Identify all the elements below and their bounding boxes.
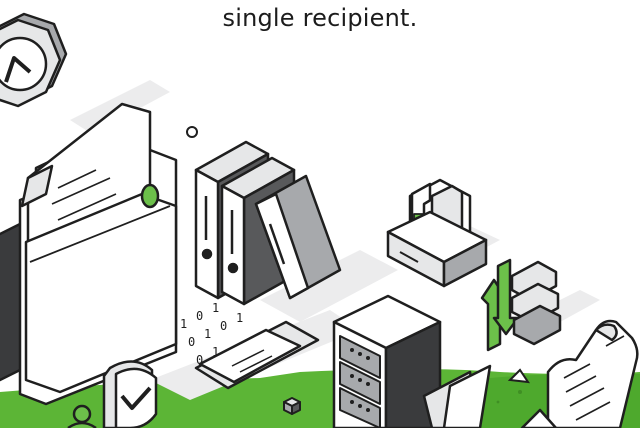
ring-icon: [186, 126, 198, 138]
clock-badge-icon: [0, 12, 68, 108]
file-tray-icon: [386, 178, 488, 288]
binary-digit: 1: [212, 301, 219, 315]
document-stack-icon: [0, 102, 178, 406]
books-stack-icon: [510, 260, 562, 346]
binary-digit: 0: [188, 335, 195, 349]
small-cube: [283, 397, 301, 415]
binders-icon: [194, 140, 342, 306]
illustration-canvas: single recipient. 1 0 1 0 1 0 1 0 1: [0, 0, 640, 428]
shield-check-icon: [102, 360, 158, 428]
binary-digit: 1: [236, 311, 243, 325]
binary-digit: 1: [180, 317, 187, 331]
binary-digit: 1: [204, 327, 211, 341]
isometric-illustration: 1 0 1 0 1 0 1 0 1: [0, 12, 640, 428]
server-rack-icon: [332, 294, 442, 428]
binary-digit: 0: [220, 319, 227, 333]
binary-digit: 0: [196, 309, 203, 323]
